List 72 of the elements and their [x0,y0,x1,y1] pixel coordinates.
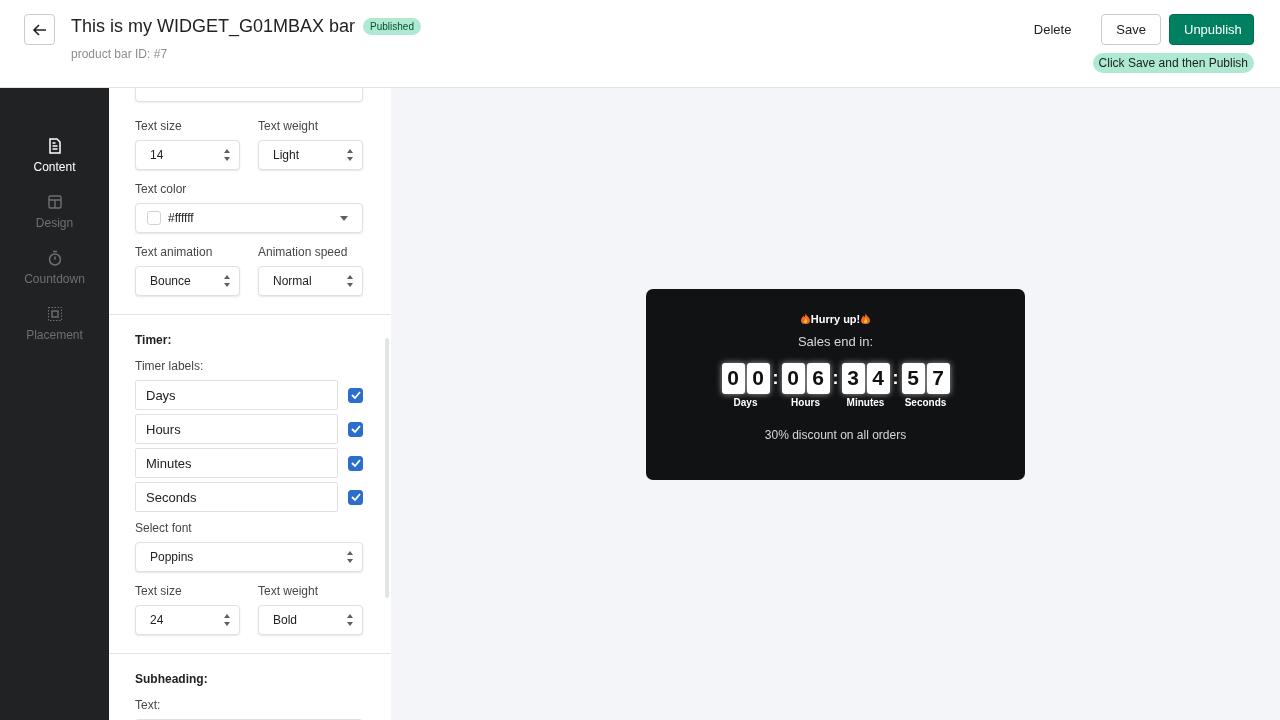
back-button[interactable] [24,14,55,45]
timer-label: Hours [791,396,820,408]
select-field[interactable]: Bold [258,605,363,635]
label-input[interactable]: Days [135,380,338,410]
digit-tile: 4 [866,362,890,394]
field-label: Text: [135,698,162,712]
color-picker-field[interactable]: #ffffff [135,203,363,233]
sort-arrows-icon [223,148,231,162]
layout-icon [46,194,63,210]
section-heading: Subheading: [135,672,209,686]
digit-tile: 0 [721,362,745,394]
select-field[interactable]: Normal [258,266,363,296]
time-separator: : [832,366,839,390]
select-field[interactable]: 24 [135,605,240,635]
select-field[interactable]: 14 [135,140,240,170]
section-heading: Timer: [135,333,173,347]
field-label: Text color [135,182,188,196]
field-label: Text size [135,119,183,133]
delete-button[interactable]: Delete [1019,14,1086,45]
checkbox[interactable] [348,387,363,403]
label-input[interactable]: Hours [135,414,338,444]
sort-arrows-icon [223,274,231,288]
timer-label: Days [733,396,758,408]
select-field[interactable]: Bounce [135,266,240,296]
unpublish-button[interactable]: Unpublish [1169,14,1254,45]
sort-arrows-icon [346,274,354,288]
sidebar-tab[interactable]: Content [4,138,105,174]
select-field[interactable] [135,88,363,102]
hint-badge: Click Save and then Publish [1092,53,1254,73]
field-label: Text weight [258,119,320,133]
checkbox[interactable] [348,455,363,471]
bar-footer-text: 30% discount on all orders [764,427,907,442]
digit-tile: 6 [806,362,830,394]
flame-icon [800,313,810,324]
status-badge: Published [363,17,421,35]
field-label: Text weight [258,584,320,598]
back-arrow-icon [31,21,48,38]
digit-tile: 0 [746,362,770,394]
select-field[interactable]: Poppins [135,542,363,572]
sort-arrows-icon [223,613,231,627]
field-label: Timer labels: [135,359,205,373]
label-input[interactable]: Seconds [135,482,338,512]
stopwatch-icon [46,250,63,266]
dropdown-caret-icon [340,215,348,221]
page-title: This is my WIDGET_G01MBAX bar [71,15,356,37]
checkbox[interactable] [348,421,363,437]
sort-arrows-icon [346,613,354,627]
digit-tile: 3 [841,362,865,394]
timer-label: Minutes [846,396,885,408]
sort-arrows-icon [346,550,354,564]
time-separator: : [772,366,779,390]
digit-tile: 5 [901,362,925,394]
select-field[interactable]: Light [258,140,363,170]
field-label: Text animation [135,245,214,259]
label-input[interactable]: Minutes [135,448,338,478]
time-separator: : [892,366,899,390]
timer-label: Seconds [904,396,947,408]
frame-icon [46,306,63,322]
product-id-text: product bar ID: #7 [71,47,169,61]
field-label: Text size [135,584,183,598]
checkbox[interactable] [348,489,363,505]
field-label: Animation speed [258,245,349,259]
bar-subheading: Sales end in: [797,333,874,349]
digit-tile: 7 [926,362,950,394]
sort-arrows-icon [346,148,354,162]
color-swatch [147,211,161,225]
digit-tile: 0 [781,362,805,394]
bar-heading: Hurry up! [810,312,861,325]
save-button[interactable]: Save [1101,14,1161,45]
document-icon [46,138,63,154]
field-label: Select font [135,521,193,535]
flame-icon [861,313,871,324]
